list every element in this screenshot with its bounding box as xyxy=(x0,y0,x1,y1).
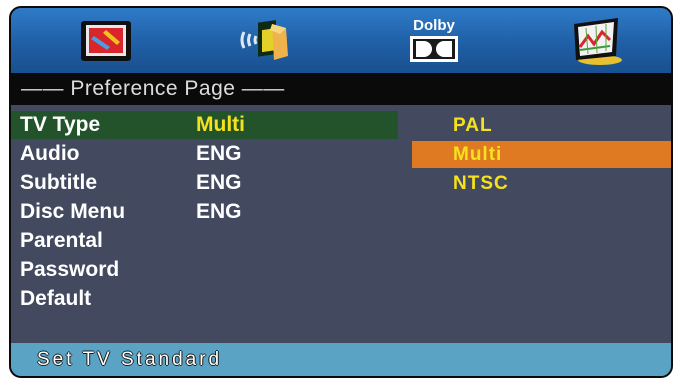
option-label: PAL xyxy=(453,115,493,136)
menu-item-label: Audio xyxy=(20,142,80,165)
menu-item-value: ENG xyxy=(196,142,242,165)
menu-item-label: Disc Menu xyxy=(20,200,126,223)
status-text: Set TV Standard xyxy=(37,349,223,370)
page-title: —— Preference Page —— xyxy=(21,77,285,100)
option-label: NTSC xyxy=(453,173,509,194)
option-label: Multi xyxy=(453,144,503,165)
menu-item-label: TV Type xyxy=(20,113,101,136)
status-bar: Set TV Standard xyxy=(11,343,671,376)
setup-menu-frame: Dolby —— Preference Page —— TV Type Mult… xyxy=(9,6,673,378)
icon-bar: Dolby xyxy=(11,8,671,73)
tv-setup-icon[interactable] xyxy=(76,14,136,68)
option-pal[interactable]: PAL xyxy=(412,112,671,139)
page-title-bar: —— Preference Page —— xyxy=(11,73,671,105)
menu-item-label: Subtitle xyxy=(20,171,97,194)
menu-item-tv-type[interactable]: TV Type Multi xyxy=(11,111,398,139)
menu-item-label: Parental xyxy=(20,229,103,252)
preference-chart-icon[interactable] xyxy=(566,14,626,68)
menu-item-label: Default xyxy=(20,287,92,310)
menu-item-value: ENG xyxy=(196,171,242,194)
audio-speaker-icon[interactable] xyxy=(234,14,294,68)
option-ntsc[interactable]: NTSC xyxy=(412,170,671,197)
dolby-label: Dolby xyxy=(413,17,455,34)
menu-item-value: ENG xyxy=(196,200,242,223)
option-multi[interactable]: Multi xyxy=(412,141,671,168)
dolby-icon[interactable]: Dolby xyxy=(404,14,464,68)
menu-item-label: Password xyxy=(20,258,120,281)
menu-item-value: Multi xyxy=(196,113,245,136)
